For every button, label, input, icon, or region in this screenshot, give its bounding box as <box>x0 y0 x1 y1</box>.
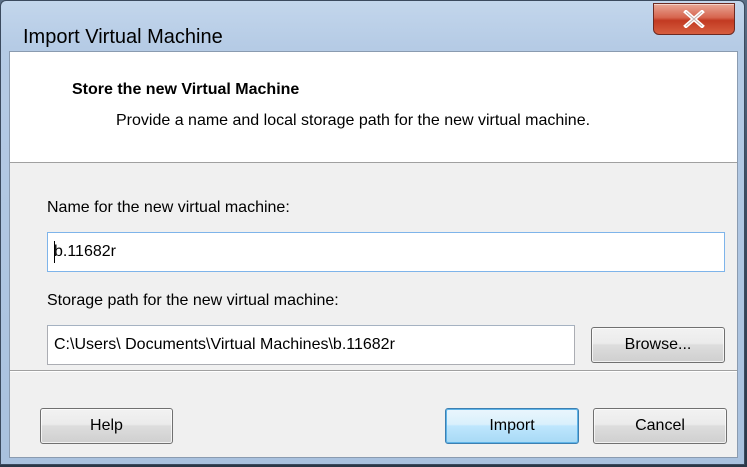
vm-name-input[interactable]: b.11682r <box>47 232 725 272</box>
name-label: Name for the new virtual machine: <box>47 199 290 216</box>
import-button[interactable]: Import <box>445 408 579 444</box>
import-vm-dialog: Import Virtual Machine Store the new Vir… <box>0 0 745 465</box>
path-label: Storage path for the new virtual machine… <box>47 292 339 309</box>
header-description: Provide a name and local storage path fo… <box>116 112 591 129</box>
window-title: Import Virtual Machine <box>23 26 223 48</box>
dialog-content: Store the new Virtual Machine Provide a … <box>9 51 738 458</box>
text-caret <box>54 241 55 263</box>
footer-separator <box>10 370 737 372</box>
cancel-button[interactable]: Cancel <box>593 408 727 444</box>
close-button[interactable] <box>653 3 735 35</box>
storage-path-input[interactable]: C:\Users\ Documents\Virtual Machines\b.1… <box>47 325 575 365</box>
header-title: Store the new Virtual Machine <box>72 81 300 98</box>
help-button[interactable]: Help <box>40 408 173 444</box>
wizard-header: Store the new Virtual Machine Provide a … <box>10 52 737 163</box>
browse-button[interactable]: Browse... <box>591 327 725 363</box>
storage-path-value: C:\Users\ Documents\Virtual Machines\b.1… <box>54 336 395 353</box>
title-bar[interactable]: Import Virtual Machine <box>1 1 746 51</box>
vm-name-value: b.11682r <box>54 243 116 260</box>
